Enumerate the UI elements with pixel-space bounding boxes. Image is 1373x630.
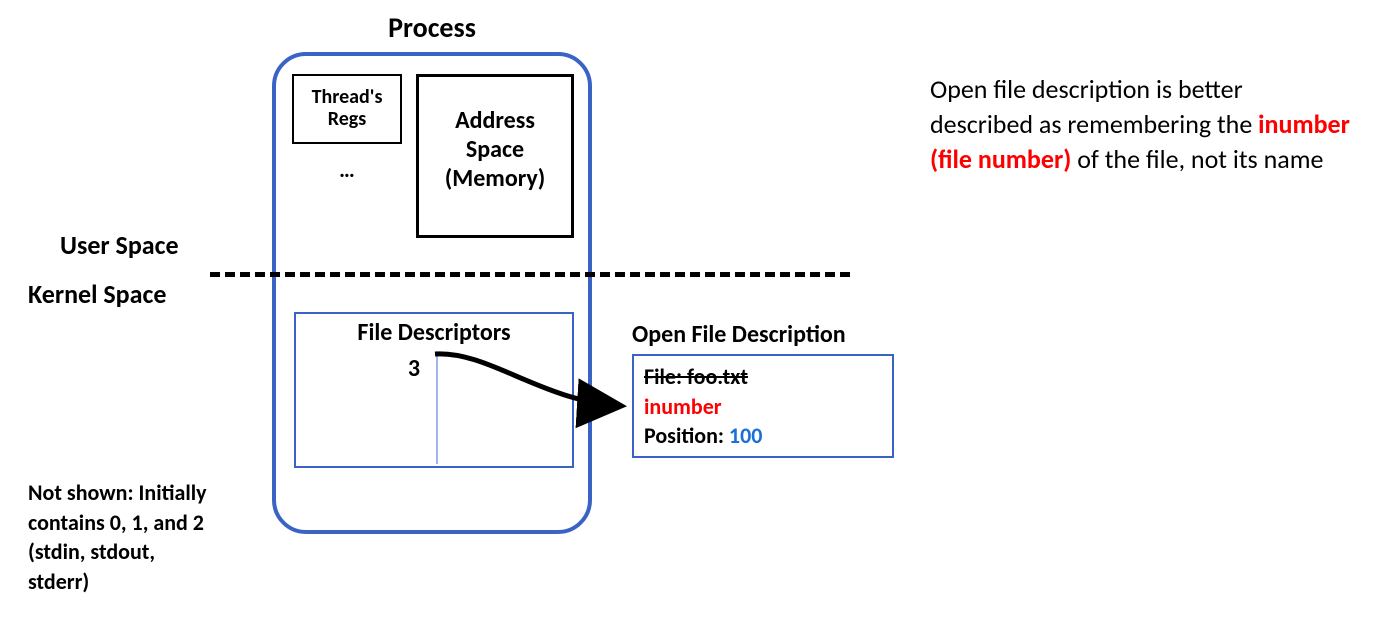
ofd-inumber-line: inumber (644, 392, 882, 422)
user-space-label: User Space (60, 229, 179, 261)
process-box: Thread's Regs … Address Space (Memory) F… (272, 52, 592, 534)
thread-regs-l2: Regs (328, 107, 367, 131)
footnote: Not shown: Initially contains 0, 1, and … (28, 478, 288, 597)
fd-to-ofd-arrow (430, 346, 640, 426)
thread-regs-box: Thread's Regs (292, 74, 402, 144)
file-descriptor-number: 3 (296, 354, 434, 383)
thread-ellipsis: … (292, 156, 402, 183)
explain-pre: Open file description is better describe… (930, 73, 1258, 140)
note-l3: (stdin, stdout, (28, 538, 155, 565)
open-file-description-box: File: foo.txt inumber Position: 100 (632, 354, 894, 458)
ofd-position-label: Position: (644, 422, 729, 449)
addr-l3: (Memory) (445, 164, 545, 193)
note-l2: contains 0, 1, and 2 (28, 509, 204, 536)
thread-regs-l1: Thread's (312, 85, 383, 109)
diagram-stage: Process Thread's Regs … Address Space (M… (0, 0, 1373, 630)
ofd-file-line: File: foo.txt (644, 362, 882, 392)
open-file-description-title: Open File Description (632, 320, 846, 349)
note-l4: stderr) (28, 568, 89, 595)
note-l1: Not shown: Initially (28, 479, 207, 506)
explain-post: of the file, not its name (1071, 143, 1323, 175)
file-descriptors-title: File Descriptors (296, 318, 572, 347)
addr-l1: Address (455, 106, 535, 135)
process-title: Process (272, 10, 592, 45)
address-space-box: Address Space (Memory) (416, 74, 574, 238)
space-divider (210, 272, 850, 277)
kernel-space-label: Kernel Space (28, 278, 166, 310)
ofd-position-line: Position: 100 (644, 421, 882, 451)
explanation-text: Open file description is better describe… (930, 72, 1350, 177)
ofd-position-value: 100 (729, 422, 762, 449)
addr-l2: Space (466, 135, 524, 164)
